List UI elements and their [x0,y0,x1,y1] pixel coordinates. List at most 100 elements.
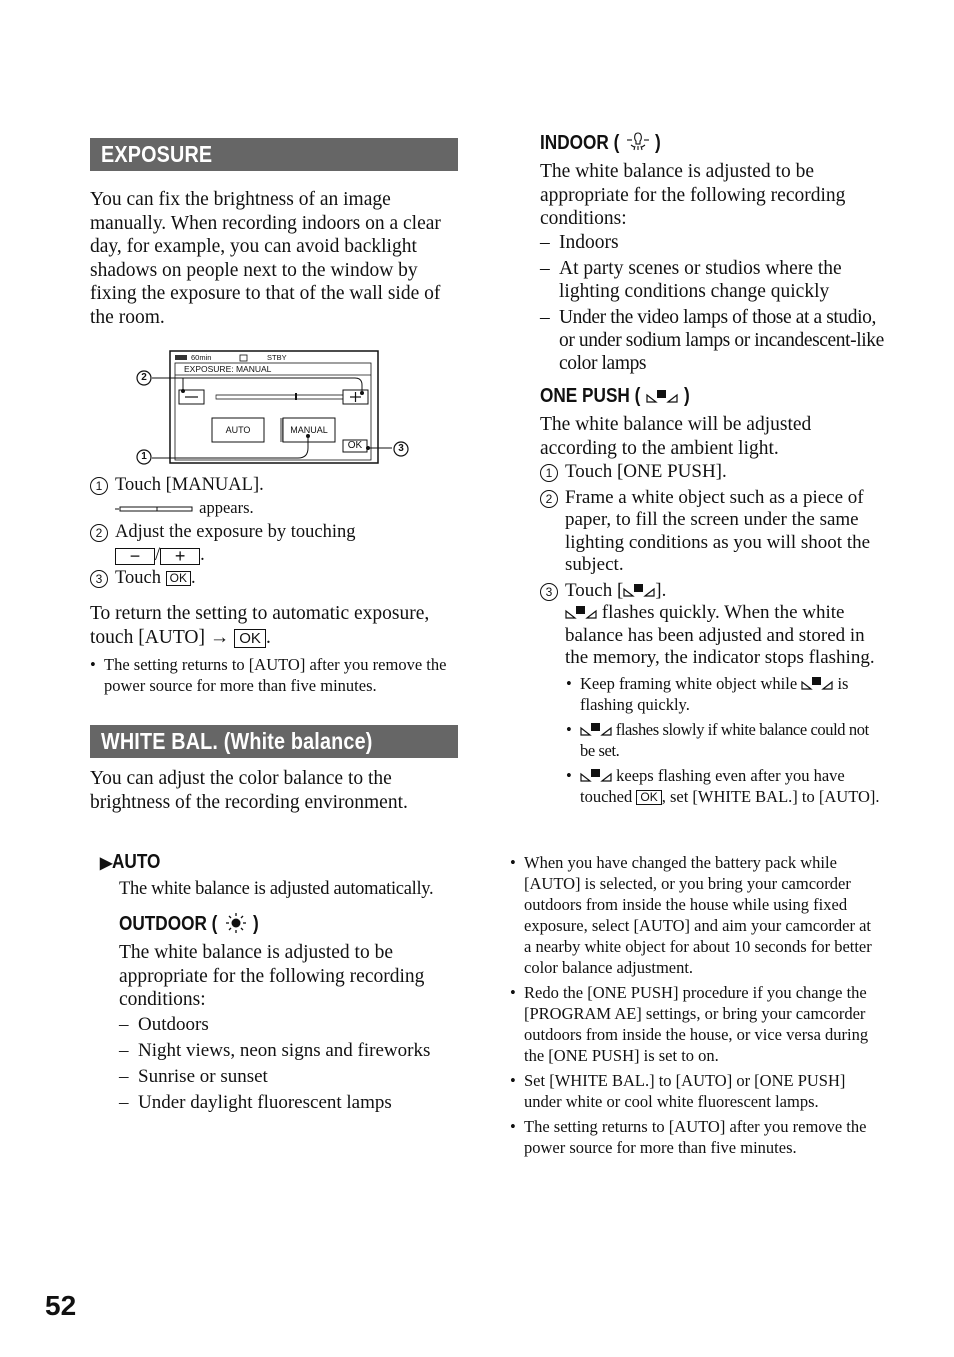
exposure-return-text: To return the setting to automatic expos… [90,602,462,649]
callout-2: 2 [141,372,147,383]
bullet-item: flashes slowly if white balance could no… [566,719,884,761]
exposure-slider-icon [115,506,193,512]
list-item: At party scenes or studios where the lig… [540,257,885,303]
one-push-heading: ONE PUSH ( ) [540,384,690,408]
auto-text: The white balance is adjusted automatica… [119,879,434,899]
white-balance-intro: You can adjust the color balance to the … [90,768,408,813]
list-item: Outdoors [119,1012,469,1038]
step-number: 2 [90,524,108,542]
exposure-step-3: 3 Touch OK. [90,567,465,590]
note-item: Redo the [ONE PUSH] procedure if you cha… [510,982,880,1066]
ok-button[interactable]: OK [343,440,367,452]
one-push-bullets: Keep framing white object while is flash… [566,673,884,807]
exposure-title: EXPOSURE [101,141,213,167]
exposure-step-1: 1 Touch [MANUAL]. appears. [90,474,465,519]
list-item: Indoors [540,231,885,254]
white-balance-notes: When you have changed the battery pack w… [510,852,880,1158]
minus-button-icon: − [115,547,155,565]
indoor-heading: INDOOR ( ) [540,131,662,155]
bullet-text: flashes slowly if white balance could no… [580,720,869,760]
screen-diagram [136,350,409,465]
list-item: Sunrise or sunset [119,1064,469,1090]
one-push-label: ONE PUSH ( [540,385,641,407]
indoor-list: Indoors At party scenes or studios where… [540,231,885,375]
one-push-text: The white balance will be adjusted accor… [540,414,812,459]
list-item: Under the video lamps of those at a stud… [540,306,885,375]
indoor-text: The white balance is adjusted to be appr… [540,161,846,229]
bullet-item: keeps flashing even after you have touch… [566,765,884,807]
outdoor-text: The white balance is adjusted to be appr… [119,942,425,1010]
step-number: 3 [540,582,558,601]
bullet-text: , set [WHITE BAL.] to [AUTO]. [661,787,880,806]
step-text: Touch [ [565,579,624,601]
callout-1: 1 [141,451,147,462]
outdoor-heading: OUTDOOR ( ) [119,912,259,936]
detail-text: flashes quickly. When the white balance … [565,602,875,668]
ok-icon: OK [234,628,266,648]
one-push-icon [801,677,833,690]
selected-marker-icon: ▶ [100,855,113,872]
auto-label: AUTO [112,851,161,873]
step-text: Touch [MANUAL]. [115,475,264,495]
one-push-icon [623,583,655,597]
one-push-icon [580,723,612,736]
plus-button-icon: + [160,547,201,565]
step-text: Touch [115,568,161,588]
arrow-right-icon: → [209,626,230,648]
white-balance-title: WHITE BAL. (White balance) [101,728,373,754]
one-push-step-2: 2 Frame a white object such as a piece of… [540,487,885,577]
step-detail: flashes quickly. When the white balance … [565,602,885,670]
ok-icon: OK [636,790,662,805]
step-subtext: appears. [199,498,254,517]
one-push-icon [565,606,597,619]
one-push-label-end: ) [683,385,690,407]
one-push-step-1: 1 Touch [ONE PUSH]. [540,461,885,484]
bullet-item: Keep framing white object while is flash… [566,673,884,715]
manual-button[interactable]: MANUAL [283,418,335,442]
auto-button[interactable]: AUTO [212,418,264,442]
indoor-label: INDOOR ( [540,132,620,154]
step-text: Adjust the exposure by touching [115,522,356,542]
auto-heading: ▶AUTO [100,850,169,876]
period: . [190,568,196,588]
note-item: Set [WHITE BAL.] to [AUTO] or [ONE PUSH]… [510,1070,880,1112]
note-item: When you have changed the battery pack w… [510,852,880,978]
battery-icon [175,355,187,360]
step-text: Frame a white object such as a piece of … [565,486,871,576]
outdoor-label-end: ) [252,913,259,935]
outdoor-label: OUTDOOR ( [119,913,218,935]
bullet-text: Keep framing white object while [580,674,798,693]
one-push-steps: 1 Touch [ONE PUSH]. 2 Frame a white object… [540,461,885,670]
exposure-screen-illustration: 60min STBY EXPOSURE: MANUAL AUTO MANUAL … [130,345,420,470]
white-balance-banner: WHITE BAL. (White balance) [90,725,458,758]
note-item: The setting returns to [AUTO] after you … [90,654,462,696]
sun-icon [226,913,246,933]
ok-icon: OK [165,571,191,586]
period: . [265,626,271,648]
callout-3: 3 [398,443,404,454]
list-item: Night views, neon signs and fireworks [119,1038,469,1064]
exposure-notes: The setting returns to [AUTO] after you … [90,654,462,696]
status-stby: STBY [267,353,287,362]
one-push-icon [646,390,678,403]
bulb-icon [626,132,649,151]
step-text: Touch [ONE PUSH]. [565,461,727,482]
step-text-end: ]. [655,579,667,601]
exposure-step-2: 2 Adjust the exposure by touching − / +. [90,521,465,567]
exposure-banner: EXPOSURE [90,138,458,171]
menu-label: EXPOSURE: MANUAL [184,364,272,374]
exposure-steps: 1 Touch [MANUAL]. appears. 2 Adjust the ex… [90,474,465,590]
one-push-step-3: 3 Touch []. flashes quickly. When the whi… [540,580,885,670]
step-number: 1 [540,464,558,482]
step-number: 3 [90,570,108,588]
exposure-intro: You can fix the brightness of an image m… [90,189,441,328]
list-item: Under daylight fluorescent lamps [119,1090,469,1116]
outdoor-list: Outdoors Night views, neon signs and fir… [119,1012,469,1116]
one-push-icon [580,769,612,782]
step-number: 1 [90,477,108,495]
period: . [200,545,205,565]
page-number: 52 [45,1290,77,1321]
battery-remaining: 60min [191,353,212,362]
indoor-label-end: ) [655,132,662,154]
step-number: 2 [540,489,558,508]
